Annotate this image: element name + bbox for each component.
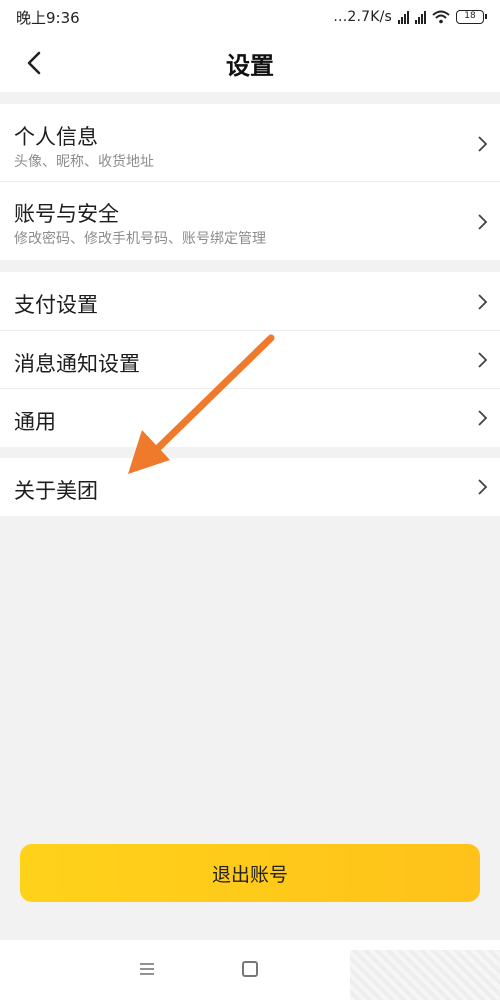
- settings-item-title: 关于美团: [14, 479, 98, 503]
- settings-item-subtitle: 修改密码、修改手机号码、账号绑定管理: [14, 231, 266, 247]
- logout-button[interactable]: 退出账号: [20, 844, 480, 902]
- page-title: 设置: [226, 52, 274, 80]
- settings-group-about: 关于美团: [0, 458, 500, 516]
- settings-item-title: 账号与安全: [14, 202, 119, 226]
- status-time: 晚上9:36: [16, 8, 80, 27]
- settings-item-payment[interactable]: 支付设置: [0, 272, 500, 331]
- settings-item-title: 通用: [14, 410, 56, 434]
- menu-icon[interactable]: [139, 962, 155, 976]
- watermark: [350, 950, 500, 1000]
- settings-group-preferences: 支付设置 消息通知设置 通用: [0, 272, 500, 447]
- settings-item-general[interactable]: 通用: [0, 389, 500, 447]
- battery-icon: 18: [456, 10, 487, 24]
- navigation-bar: 设置: [0, 34, 500, 92]
- wifi-icon: [432, 10, 450, 24]
- chevron-right-icon: [478, 352, 488, 368]
- signal-icon: [415, 10, 426, 24]
- settings-item-title: 支付设置: [14, 293, 98, 317]
- settings-item-notifications[interactable]: 消息通知设置: [0, 331, 500, 389]
- chevron-right-icon: [478, 214, 488, 230]
- network-speed: ...2.7K/s: [333, 9, 392, 25]
- settings-item-about[interactable]: 关于美团: [0, 458, 500, 516]
- status-bar: 晚上9:36 ...2.7K/s 18: [0, 0, 500, 34]
- chevron-right-icon: [478, 410, 488, 426]
- settings-group-account: 个人信息 头像、昵称、收货地址 账号与安全 修改密码、修改手机号码、账号绑定管理: [0, 104, 500, 260]
- settings-item-personal-info[interactable]: 个人信息 头像、昵称、收货地址: [0, 104, 500, 182]
- settings-item-account-security[interactable]: 账号与安全 修改密码、修改手机号码、账号绑定管理: [0, 182, 500, 260]
- home-icon[interactable]: [242, 961, 258, 977]
- chevron-right-icon: [478, 479, 488, 495]
- chevron-right-icon: [478, 294, 488, 310]
- settings-item-title: 个人信息: [14, 125, 98, 149]
- settings-item-subtitle: 头像、昵称、收货地址: [14, 154, 154, 170]
- signal-icon: [398, 10, 409, 24]
- settings-item-title: 消息通知设置: [14, 352, 140, 376]
- status-indicators: ...2.7K/s 18: [333, 9, 487, 25]
- chevron-right-icon: [478, 136, 488, 152]
